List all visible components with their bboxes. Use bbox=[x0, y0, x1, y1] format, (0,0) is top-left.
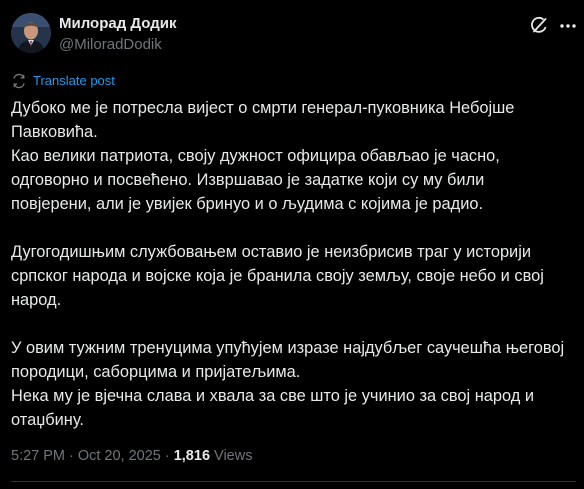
tweet-text-line: Нека му је вјечна слава и хвала за све ш… bbox=[11, 387, 535, 405]
avatar[interactable] bbox=[11, 13, 51, 53]
tweet-text-line: Дугогодишњим службовањем оставио је неиз… bbox=[11, 243, 532, 261]
translate-icon bbox=[11, 73, 27, 89]
translate-post-label: Translate post bbox=[33, 73, 115, 88]
tweet-text-line: отаџбину. bbox=[11, 411, 84, 429]
author-display-name[interactable]: Милорад Додик bbox=[59, 14, 177, 34]
tweet-text-line: У овим тужним тренуцима упућујем изразе … bbox=[11, 339, 565, 357]
tweet-text-line: Као велики патриота, своју дужност офици… bbox=[11, 147, 500, 165]
avatar-photo bbox=[11, 13, 51, 53]
tweet-text-line: Павковића. bbox=[11, 123, 98, 141]
post-date: Oct 20, 2025 bbox=[77, 448, 161, 464]
post-timestamp-link[interactable]: 5:27 PM · Oct 20, 2025 bbox=[11, 448, 161, 464]
divider bbox=[11, 481, 576, 482]
views-count: 1,816 bbox=[173, 448, 211, 464]
tweet-text-line: повјерени, али је увијек бринуо и о људи… bbox=[11, 195, 484, 213]
tweet-text: Дубоко ме је потресла вијест о смрти ген… bbox=[11, 96, 576, 432]
more-icon[interactable] bbox=[558, 15, 578, 37]
tweet-text-line: српског народа и војске која је бранила … bbox=[11, 267, 544, 285]
views-link[interactable]: 1,816 Views bbox=[174, 448, 253, 464]
meta-separator: · bbox=[164, 448, 170, 464]
translate-post-link[interactable]: Translate post bbox=[11, 72, 115, 90]
tweet-text-line: одговорно и посвећено. Извршавао је зада… bbox=[11, 171, 485, 189]
tweet-text-line: Дубоко ме је потресла вијест о смрти ген… bbox=[11, 99, 515, 117]
tweet-text-line: народ. bbox=[11, 291, 62, 309]
tweet-meta: 5:27 PM · Oct 20, 2025 · 1,816 Views bbox=[11, 446, 252, 466]
author-handle[interactable]: @MiloradDodik bbox=[59, 35, 162, 55]
post-time: 5:27 PM bbox=[11, 448, 65, 464]
grok-icon[interactable] bbox=[528, 15, 550, 37]
views-label: Views bbox=[214, 448, 253, 464]
tweet-text-line: породици, саборцима и пријатељима. bbox=[11, 363, 301, 381]
meta-separator: · bbox=[69, 448, 74, 464]
tweet: Милорад Додик @MiloradDodik Translate po… bbox=[0, 0, 584, 489]
